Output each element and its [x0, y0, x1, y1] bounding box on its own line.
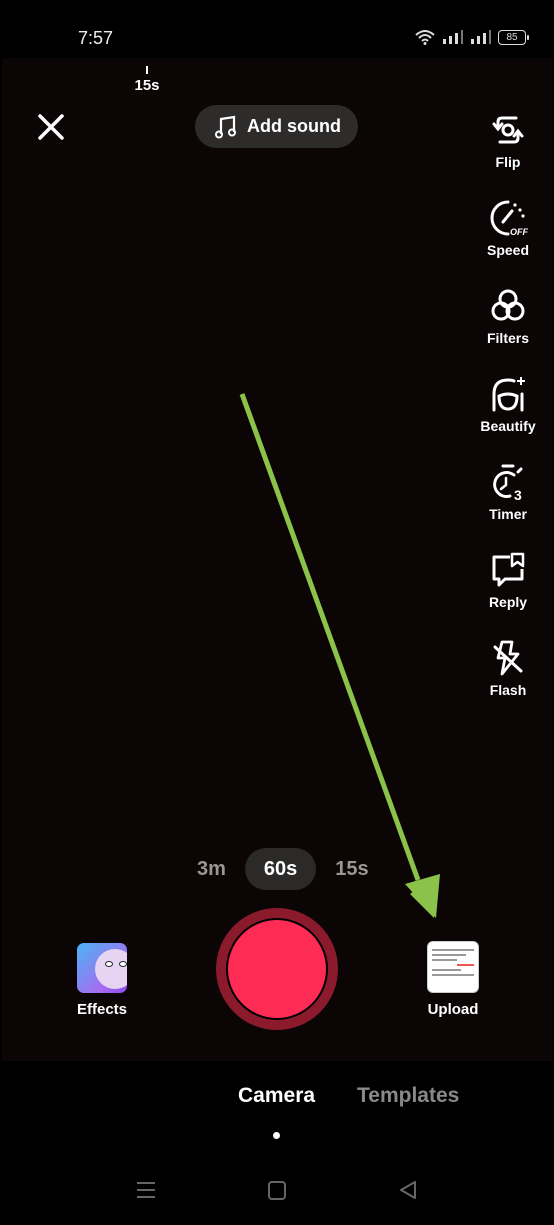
- record-button[interactable]: [216, 908, 338, 1030]
- duration-60s[interactable]: 60s: [244, 848, 317, 890]
- signal-icon: [443, 30, 463, 44]
- back-button[interactable]: [390, 1172, 426, 1208]
- thumb-line: [432, 954, 466, 956]
- reply-icon: [492, 552, 525, 587]
- thumb-line: [457, 964, 474, 966]
- beautify-label: Beautify: [480, 418, 536, 434]
- effects-button[interactable]: Effects: [72, 943, 132, 1018]
- thumb-line: [432, 949, 474, 951]
- speed-button[interactable]: OFF Speed: [462, 198, 554, 286]
- flip-camera-icon: [492, 116, 524, 144]
- reply-button[interactable]: Reply: [462, 550, 554, 638]
- system-nav-bar: [0, 1172, 554, 1208]
- menu-icon: [137, 1182, 155, 1198]
- tab-templates[interactable]: Templates: [357, 1084, 459, 1108]
- home-button[interactable]: [259, 1172, 295, 1208]
- back-icon: [400, 1181, 416, 1199]
- flash-button[interactable]: Flash: [462, 638, 554, 726]
- filters-label: Filters: [486, 330, 529, 346]
- effects-eye: [105, 961, 113, 967]
- upload-button[interactable]: Upload: [423, 941, 483, 1018]
- thumb-line: [432, 959, 458, 961]
- duration-selector: 3m 60s 15s: [178, 848, 388, 890]
- timeline-tick: [146, 66, 148, 74]
- effects-thumbnail: [77, 943, 127, 993]
- timer-label: Timer: [489, 506, 527, 522]
- filters-icon: [491, 289, 525, 321]
- speed-off-icon: OFF: [490, 200, 528, 237]
- reply-label: Reply: [488, 594, 528, 610]
- home-icon: [268, 1181, 286, 1200]
- battery-level: 85: [506, 31, 518, 43]
- duration-15s[interactable]: 15s: [316, 848, 387, 890]
- add-sound-label: Add sound: [247, 116, 341, 136]
- music-note-icon: [215, 115, 236, 138]
- mode-tabs: Camera Templates: [0, 1084, 554, 1114]
- battery-icon: 85: [498, 29, 529, 45]
- effects-face: [95, 949, 127, 989]
- flash-off-icon: [493, 640, 523, 676]
- tab-camera[interactable]: Camera: [238, 1084, 315, 1108]
- beautify-button[interactable]: Beautify: [462, 374, 554, 462]
- side-toolbar: Flip OFF Speed Filters Beautify 3 Timer …: [462, 110, 554, 726]
- timer-button[interactable]: 3 Timer: [462, 462, 554, 550]
- flash-label: Flash: [489, 682, 527, 698]
- close-icon: [38, 114, 64, 140]
- timer-3-icon: 3: [493, 464, 523, 502]
- thumb-line: [432, 974, 474, 976]
- status-bar: 7:57 85: [0, 0, 554, 58]
- timeline-marker: 15s: [132, 66, 162, 94]
- status-time: 7:57: [78, 28, 114, 48]
- wifi-icon: [415, 30, 435, 45]
- filters-button[interactable]: Filters: [462, 286, 554, 374]
- speed-label: Speed: [486, 242, 529, 258]
- beautify-icon: [492, 377, 525, 412]
- menu-button[interactable]: [128, 1172, 164, 1208]
- duration-3m[interactable]: 3m: [178, 848, 245, 890]
- signal-icon: [471, 30, 491, 44]
- add-sound-button[interactable]: Add sound: [195, 105, 358, 148]
- close-button[interactable]: [36, 112, 66, 142]
- svg-text:3: 3: [514, 487, 522, 502]
- effects-eye: [119, 961, 127, 967]
- timeline-marker-label: 15s: [134, 77, 160, 94]
- svg-text:OFF: OFF: [510, 227, 528, 237]
- upload-thumbnail: [427, 941, 479, 993]
- flip-button[interactable]: Flip: [462, 110, 554, 198]
- upload-label: Upload: [427, 1001, 479, 1018]
- flip-label: Flip: [495, 154, 521, 170]
- thumb-line: [432, 969, 462, 971]
- status-icons: 85: [414, 29, 529, 45]
- record-button-core: [226, 918, 328, 1020]
- effects-label: Effects: [76, 1001, 128, 1018]
- active-tab-indicator: [273, 1132, 280, 1139]
